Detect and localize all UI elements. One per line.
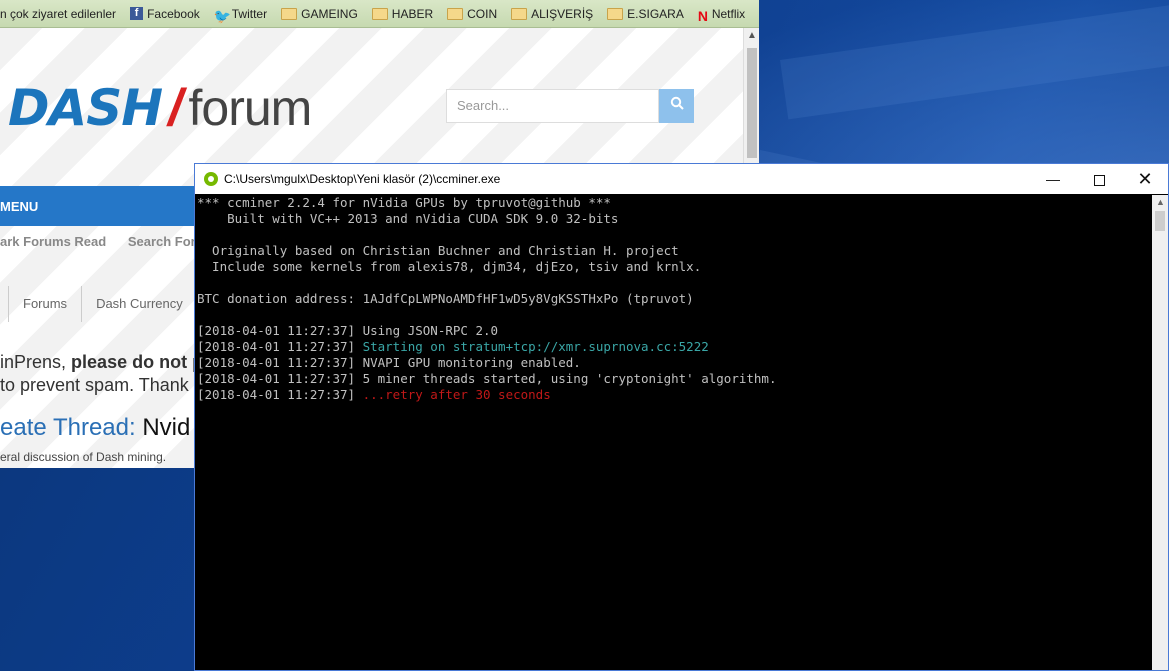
search-icon bbox=[670, 96, 684, 110]
forum-search-input[interactable]: Search... bbox=[446, 89, 659, 123]
bookmark-label: Facebook bbox=[147, 6, 200, 21]
console-log-line: [2018-04-01 11:27:37] Starting on stratu… bbox=[197, 339, 1152, 355]
folder-icon bbox=[511, 7, 528, 20]
bookmark-label: Netflix bbox=[711, 6, 746, 21]
console-line: Originally based on Christian Buchner an… bbox=[197, 243, 679, 258]
logo-slash: / bbox=[168, 79, 183, 137]
log-message: NVAPI GPU monitoring enabled. bbox=[362, 355, 581, 370]
console-log-line: [2018-04-01 11:27:37] 5 miner threads st… bbox=[197, 371, 1152, 387]
console-log-line: [2018-04-01 11:27:37] NVAPI GPU monitori… bbox=[197, 355, 1152, 371]
minimize-button[interactable]: — bbox=[1030, 164, 1076, 194]
bookmark-label: E.SIGARA bbox=[627, 6, 684, 21]
notice-line-2: to prevent spam. Thank bbox=[0, 375, 189, 395]
bookmark-folder-gameing[interactable]: GAMEING bbox=[281, 7, 358, 21]
search-button[interactable] bbox=[659, 89, 694, 123]
scroll-up-arrow-icon[interactable]: ▲ bbox=[1156, 197, 1165, 207]
console-log-line: [2018-04-01 11:27:37] ...retry after 30 … bbox=[197, 387, 1152, 403]
folder-icon bbox=[447, 7, 464, 20]
menu-button[interactable]: MENU bbox=[0, 199, 38, 214]
log-message: Starting on stratum+tcp://xmr.suprnova.c… bbox=[362, 339, 709, 354]
bookmark-label: n çok ziyaret edilenler bbox=[0, 6, 117, 21]
breadcrumb-forums[interactable]: Forums bbox=[9, 286, 83, 322]
console-log-line: [2018-04-01 11:27:37] Using JSON-RPC 2.0 bbox=[197, 323, 1152, 339]
notice-line-1: inPrens, please do not p bbox=[0, 352, 203, 373]
twitter-icon: 🐦 bbox=[213, 7, 232, 24]
nvidia-app-icon bbox=[204, 172, 218, 186]
page-title: eate Thread: Nvid bbox=[0, 414, 190, 442]
bookmark-label: GAMEING bbox=[301, 6, 358, 21]
subnav-mark-read-link[interactable]: ark Forums Read bbox=[0, 234, 106, 249]
console-line: Built with VC++ 2013 and nVidia CUDA SDK… bbox=[197, 211, 619, 226]
bookmark-folder-coin[interactable]: COIN bbox=[447, 7, 497, 21]
window-controls: — ✕ bbox=[1030, 164, 1168, 194]
console-scroll-thumb[interactable] bbox=[1155, 211, 1165, 231]
dash-forum-logo[interactable]: DASH / forum bbox=[8, 78, 313, 137]
log-message: Using JSON-RPC 2.0 bbox=[362, 323, 499, 338]
console-line: Include some kernels from alexis78, djm3… bbox=[197, 259, 702, 274]
bookmarks-bar: n çok ziyaret edilenler f Facebook 🐦 Twitt… bbox=[0, 0, 759, 28]
log-timestamp: [2018-04-01 11:27:37] bbox=[197, 339, 363, 354]
breadcrumb-home[interactable] bbox=[0, 286, 9, 322]
log-timestamp: [2018-04-01 11:27:37] bbox=[197, 355, 363, 370]
maximize-icon bbox=[1093, 174, 1105, 186]
forum-name: Nvid bbox=[135, 414, 191, 441]
bookmark-folder-haber[interactable]: HABER bbox=[371, 6, 434, 21]
netflix-icon: N bbox=[697, 7, 708, 24]
console-title: C:\Users\mgulx\Desktop\Yeni klasör (2)\c… bbox=[224, 172, 501, 186]
bookmark-folder-esigara[interactable]: E.SIGARA bbox=[607, 7, 684, 21]
bookmark-label: COIN bbox=[467, 6, 498, 21]
bookmark-twitter[interactable]: 🐦 Twitter bbox=[213, 6, 268, 24]
create-thread-label: eate Thread: bbox=[0, 414, 136, 441]
log-message: 5 miner threads started, using 'cryptoni… bbox=[362, 371, 777, 386]
bookmark-folder-alisveris[interactable]: ALIŞVERİŞ bbox=[511, 7, 593, 21]
breadcrumb-dash-currency[interactable]: Dash Currency bbox=[82, 286, 198, 322]
bookmark-label: HABER bbox=[391, 6, 434, 21]
log-timestamp: [2018-04-01 11:27:37] bbox=[197, 323, 363, 338]
bookmark-label: Twitter bbox=[231, 6, 268, 21]
console-line: *** ccminer 2.2.4 for nVidia GPUs by tpr… bbox=[197, 195, 611, 210]
forum-description: eral discussion of Dash mining. bbox=[0, 450, 167, 464]
bookmark-label: ALIŞVERİŞ bbox=[531, 6, 594, 21]
close-button[interactable]: ✕ bbox=[1122, 164, 1168, 194]
notice-bold-text: please do not p bbox=[71, 352, 204, 372]
notice-username: inPrens, bbox=[0, 352, 72, 372]
log-timestamp: [2018-04-01 11:27:37] bbox=[197, 387, 363, 402]
log-timestamp: [2018-04-01 11:27:37] bbox=[197, 371, 363, 386]
facebook-icon: f bbox=[130, 7, 144, 20]
folder-icon bbox=[371, 7, 388, 20]
bookmark-most-visited[interactable]: n çok ziyaret edilenler bbox=[0, 7, 116, 21]
scroll-up-arrow-icon[interactable]: ▲ bbox=[747, 30, 757, 41]
console-line: BTC donation address: 1AJdfCpLWPNoAMDfHF… bbox=[197, 291, 694, 306]
wallpaper-light-ray bbox=[780, 1, 1169, 120]
log-message: ...retry after 30 seconds bbox=[362, 387, 551, 402]
bookmark-netflix[interactable]: N Netflix bbox=[697, 6, 746, 24]
bookmark-facebook[interactable]: f Facebook bbox=[130, 7, 200, 21]
console-output[interactable]: *** ccminer 2.2.4 for nVidia GPUs by tpr… bbox=[197, 195, 1152, 670]
console-scrollbar[interactable]: ▲ bbox=[1152, 195, 1168, 670]
console-titlebar[interactable]: C:\Users\mgulx\Desktop\Yeni klasör (2)\c… bbox=[195, 164, 1168, 194]
maximize-button[interactable] bbox=[1076, 164, 1122, 194]
console-window[interactable]: C:\Users\mgulx\Desktop\Yeni klasör (2)\c… bbox=[194, 163, 1169, 671]
logo-dash-text: DASH bbox=[8, 79, 163, 137]
folder-icon bbox=[281, 7, 298, 20]
scroll-thumb[interactable] bbox=[747, 48, 757, 158]
folder-icon bbox=[607, 7, 624, 20]
logo-forum-text: forum bbox=[188, 80, 313, 136]
